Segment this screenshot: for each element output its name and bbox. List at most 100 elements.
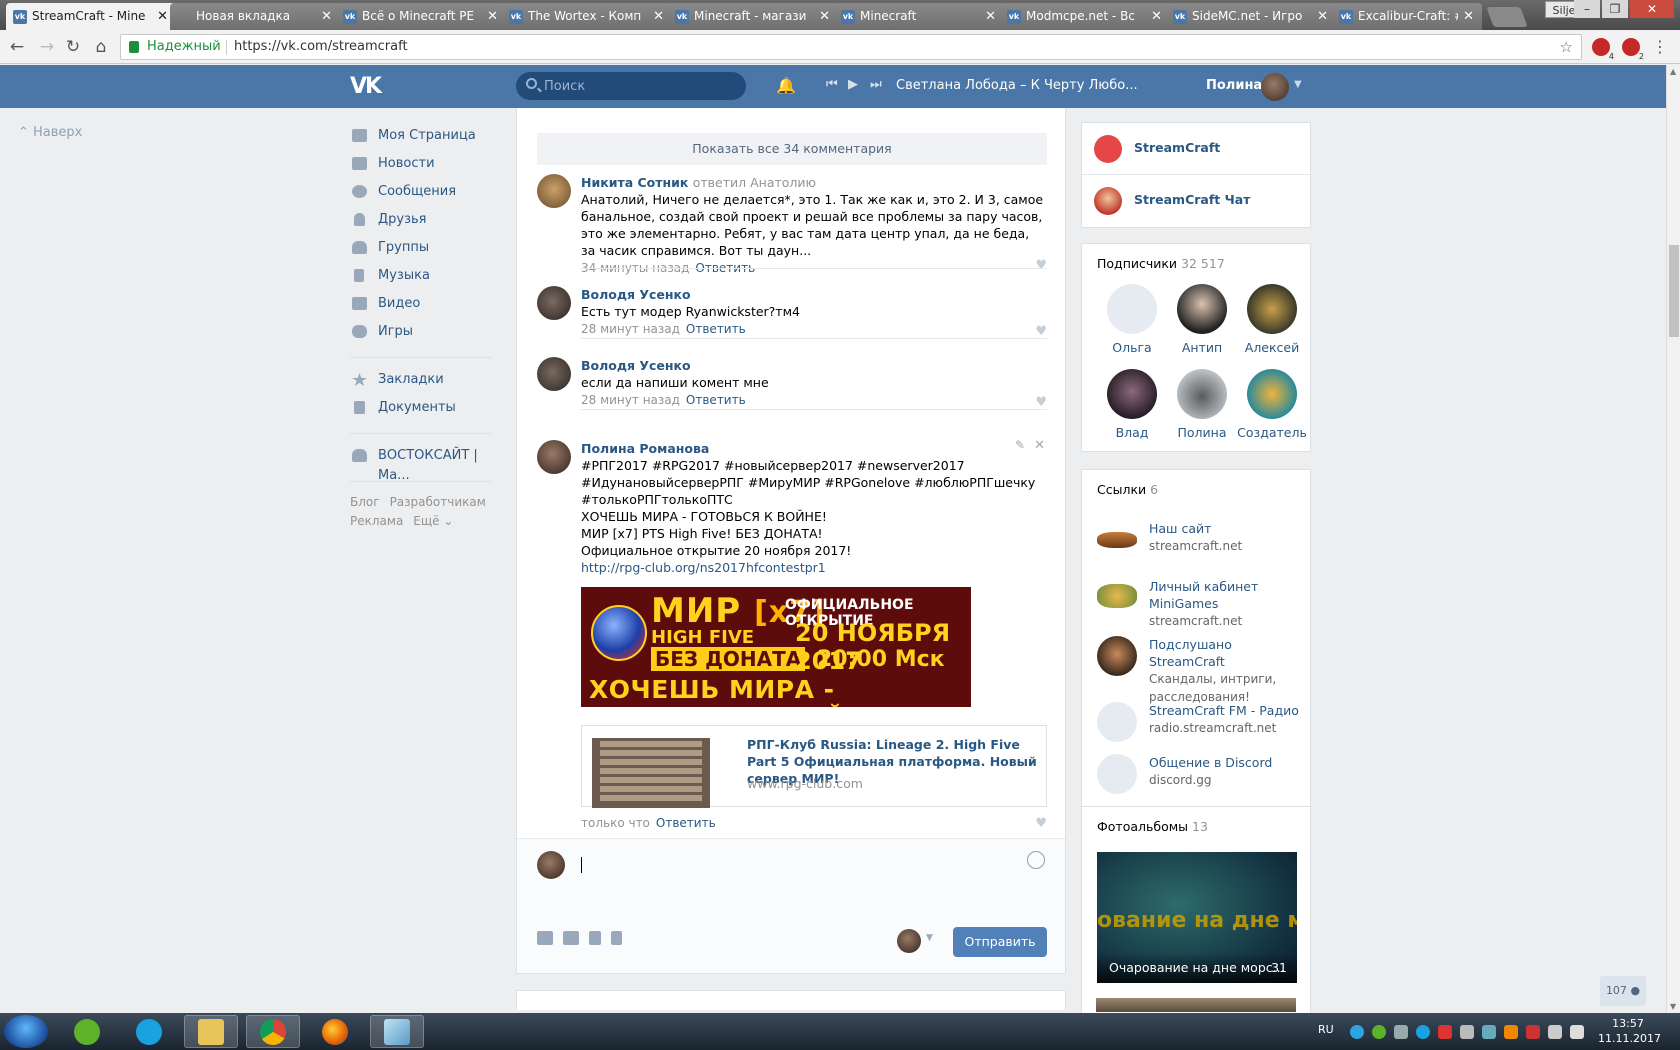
tab-sidemc[interactable]: vk SideMC.net - Игро ✕ [1166,3,1336,30]
tab-close-icon[interactable]: ✕ [985,3,996,30]
home-browser-icon[interactable]: ⌂ [90,36,112,58]
nav-messages[interactable]: Сообщения [350,182,495,210]
taskbar-utorrent[interactable] [60,1015,114,1048]
tab-excalibur[interactable]: vkExcalibur-Craft: #1✕ [1332,3,1482,30]
comment-avatar[interactable] [537,440,571,474]
nav-music[interactable]: Музыка [350,266,495,294]
skype-tray-icon[interactable] [1416,1025,1430,1039]
subscriber-item[interactable]: Ольга [1097,284,1167,355]
comment-reply-link[interactable]: Ответить [686,393,746,407]
reload-icon[interactable]: ↻ [62,36,84,58]
comment-author[interactable]: Володя Усенко [581,286,1047,303]
attach-video-icon[interactable] [563,931,579,945]
speaker-tray-icon[interactable] [1570,1025,1584,1039]
windows-start-icon[interactable] [4,1015,48,1048]
emoji-smile-icon[interactable] [1027,851,1045,869]
comment-time[interactable]: 28 минут назад [581,322,680,336]
show-all-comments-button[interactable]: Показать все 34 комментария [537,133,1047,165]
subscriber-item[interactable]: Полина [1167,369,1237,440]
tab-minecraft-shop[interactable]: vk Minecraft - магази ✕ [668,3,838,30]
taskbar-explorer[interactable] [184,1015,238,1048]
nav-bookmarks[interactable]: Закладки [350,370,495,398]
tab-modmcpe[interactable]: vk Modmcpe.net - Вс ✕ [1000,3,1170,30]
subscriber-item[interactable]: Влад [1097,369,1167,440]
prev-track-icon[interactable]: ⏮ [826,77,838,92]
group-item-streamcraft[interactable]: StreamCraft [1082,123,1310,175]
tab-close-icon[interactable]: ✕ [1317,3,1328,30]
url-text[interactable]: https://vk.com/streamcraft [234,35,408,59]
chevron-down-icon[interactable]: ▼ [1294,79,1302,90]
search-box[interactable] [516,72,746,100]
utorrent-tray-icon[interactable] [1372,1025,1386,1039]
tab-close-icon[interactable]: ✕ [819,3,830,30]
footer-blog-link[interactable]: Блог [350,495,380,509]
comment-reply-link[interactable]: Ответить [686,322,746,336]
chevron-down-icon[interactable]: ▼ [926,933,933,943]
header-avatar[interactable] [1261,73,1289,101]
comment-author[interactable]: Полина Романова [581,440,1047,457]
comment-input-caret[interactable] [581,857,582,873]
footer-more-link[interactable]: Ещё ⌄ [413,514,453,528]
volume-tray-icon[interactable] [1460,1025,1474,1039]
comment-link[interactable]: http://rpg-club.org/ns2017hfcontestpr1 [581,559,1047,576]
comment-reply-link[interactable]: Ответить [656,816,716,830]
tab-close-icon[interactable]: ✕ [1151,3,1162,30]
post-as-avatar[interactable] [897,929,921,953]
vk-logo-icon[interactable]: VK [350,74,386,100]
comment-time[interactable]: только что [581,816,650,830]
send-comment-button[interactable]: Отправить [953,927,1047,957]
taskbar-editor[interactable] [370,1015,424,1048]
nav-friends[interactable]: Друзья [350,210,495,238]
comment-author[interactable]: Никита Сотник [581,175,688,190]
nav-news[interactable]: Новости [350,154,495,182]
group-item-streamcraft-chat[interactable]: StreamCraft Чат [1082,175,1310,227]
taskbar-firefox[interactable] [308,1015,362,1048]
comment-author[interactable]: Володя Усенко [581,357,1047,374]
window-close-icon[interactable]: ✕ [1630,0,1674,18]
link-preview-card[interactable]: РПГ-Клуб Russia: Lineage 2. High Five Pa… [581,725,1047,808]
attach-music-icon[interactable] [589,931,601,945]
extension-adblock-icon[interactable]: 4 [1592,38,1616,61]
tab-close-icon[interactable]: ✕ [321,3,332,30]
nav-groups[interactable]: Группы [350,238,495,266]
albums-header[interactable]: Фотоальбомы 13 [1097,819,1208,834]
back-icon[interactable]: ← [6,36,28,58]
attach-photo-icon[interactable] [537,931,553,945]
subscriber-item[interactable]: Антип [1167,284,1237,355]
system-clock[interactable]: 13:57 11.11.2017 [1598,1016,1661,1046]
extension-opera-icon[interactable]: 2 [1622,38,1646,61]
tab-close-icon[interactable]: ✕ [487,3,498,30]
antivirus-tray-icon[interactable] [1438,1025,1452,1039]
taskbar-chrome[interactable] [246,1015,300,1048]
input-language[interactable]: RU [1318,1023,1334,1036]
tab-close-icon[interactable]: ✕ [157,3,168,30]
scrollbar-thumb[interactable] [1669,245,1679,337]
forward-icon[interactable]: → [36,36,58,58]
attach-document-icon[interactable] [611,931,622,945]
scroll-down-icon[interactable]: ▼ [1670,1002,1676,1011]
tab-minecraft-pe[interactable]: vk Всё о Minecraft PE ✕ [336,3,506,30]
tab-minecraft[interactable]: vk Minecraft ✕ [834,3,1004,30]
subscriber-item[interactable]: Алексей [1237,284,1307,355]
album-thumbnail-next[interactable] [1096,998,1296,1012]
next-track-icon[interactable]: ⏭ [870,77,882,92]
tab-streamcraft[interactable]: vk StreamCraft - Mine ✕ [6,3,176,30]
app2-tray-icon[interactable] [1504,1025,1518,1039]
comment-avatar[interactable] [537,286,571,320]
tab-close-icon[interactable]: ✕ [653,3,664,30]
nav-my-page[interactable]: Моя Страница [350,126,495,154]
browser-menu-icon[interactable]: ⋮ [1652,36,1668,58]
address-bar[interactable]: Надежный https://vk.com/streamcraft ☆ [120,34,1582,60]
header-user-name[interactable]: Полина [1206,78,1262,93]
scroll-up-icon[interactable]: ▲ [1670,67,1676,76]
now-playing-track[interactable]: Светлана Лобода – К Черту Любо... [896,78,1138,93]
network-flag-tray-icon[interactable] [1394,1025,1408,1039]
nav-video[interactable]: Видео [350,294,495,322]
display-tray-icon[interactable] [1548,1025,1562,1039]
footer-ads-link[interactable]: Реклама [350,514,403,528]
app-tray-icon[interactable] [1482,1025,1496,1039]
tab-wortex[interactable]: vk The Wortex - Комп ✕ [502,3,672,30]
album-thumbnail[interactable]: ование на дне мор Очарование на дне морс… [1097,852,1297,983]
nav-documents[interactable]: Документы [350,398,495,426]
notifications-bell-icon[interactable]: 🔔 [776,76,796,96]
